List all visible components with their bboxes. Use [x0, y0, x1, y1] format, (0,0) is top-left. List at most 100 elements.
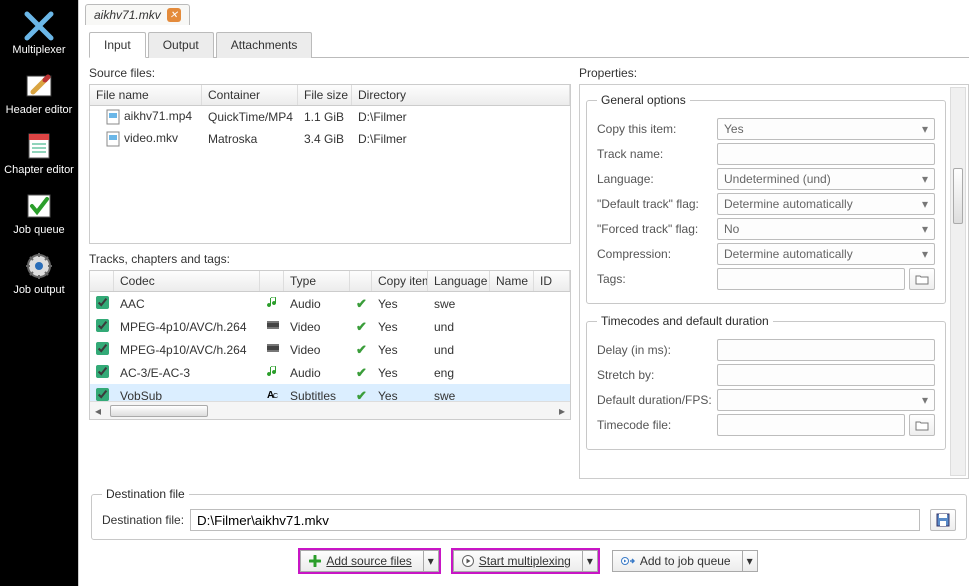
chevron-down-icon[interactable]: ▾: [582, 551, 597, 571]
col-id[interactable]: ID: [534, 271, 570, 291]
track-row[interactable]: MPEG-4p10/AVC/h.264Video✔Yesund: [90, 338, 570, 361]
audio-icon: [260, 362, 284, 383]
vertical-scrollbar[interactable]: [950, 87, 966, 476]
track-checkbox[interactable]: [96, 342, 109, 355]
chevron-down-icon[interactable]: ▾: [742, 551, 757, 571]
col-directory[interactable]: Directory: [352, 85, 570, 105]
properties-panel: General options Copy this item:Yes Track…: [579, 84, 969, 479]
default-flag-select[interactable]: Determine automatically: [717, 193, 935, 215]
language-select[interactable]: Undetermined (und): [717, 168, 935, 190]
properties-label: Properties:: [579, 66, 969, 80]
tool-sidebar: Multiplexer Header editor Chapter editor…: [0, 0, 78, 586]
track-row[interactable]: AC-3/E-AC-3Audio✔Yeseng: [90, 361, 570, 384]
tab-input[interactable]: Input: [89, 32, 146, 58]
save-icon: [936, 513, 950, 527]
destination-input[interactable]: [190, 509, 920, 531]
play-icon: [462, 555, 474, 567]
stretch-input[interactable]: [717, 364, 935, 386]
track-row[interactable]: MPEG-4p10/AVC/h.264Video✔Yesund: [90, 315, 570, 338]
col-filename[interactable]: File name: [90, 85, 202, 105]
browse-timecode-button[interactable]: [909, 414, 935, 436]
col-type[interactable]: Type: [284, 271, 350, 291]
chapter-editor-icon: [23, 130, 55, 162]
sidebar-item-chapter-editor[interactable]: Chapter editor: [0, 124, 78, 184]
track-checkbox[interactable]: [96, 296, 109, 309]
job-queue-icon: [23, 190, 55, 222]
tab-attachments[interactable]: Attachments: [216, 32, 313, 58]
col-name[interactable]: Name: [490, 271, 534, 291]
sidebar-label: Chapter editor: [4, 164, 74, 176]
check-icon: ✔: [350, 340, 372, 360]
destination-label: Destination file:: [102, 513, 184, 527]
col-codec[interactable]: Codec: [114, 271, 260, 291]
plus-icon: [309, 555, 321, 567]
sidebar-label: Job output: [13, 284, 64, 296]
sidebar-item-job-queue[interactable]: Job queue: [0, 184, 78, 244]
general-options-group: General options Copy this item:Yes Track…: [586, 93, 946, 304]
track-checkbox[interactable]: [96, 319, 109, 332]
sidebar-item-job-output[interactable]: Job output: [0, 244, 78, 304]
action-button-bar: Add source files ▾ Start multiplexing ▾ …: [89, 546, 969, 580]
start-multiplexing-button[interactable]: Start multiplexing ▾: [453, 550, 598, 572]
horizontal-scrollbar[interactable]: ◂▸: [90, 401, 570, 419]
compression-select[interactable]: Determine automatically: [717, 243, 935, 265]
sidebar-label: Header editor: [6, 104, 73, 116]
forced-flag-select[interactable]: No: [717, 218, 935, 240]
sidebar-item-multiplexer[interactable]: Multiplexer: [0, 4, 78, 64]
browse-destination-button[interactable]: [930, 509, 956, 531]
add-source-files-button[interactable]: Add source files ▾: [300, 550, 438, 572]
tags-input[interactable]: [717, 268, 905, 290]
col-copy[interactable]: Copy item: [372, 271, 428, 291]
delay-input[interactable]: [717, 339, 935, 361]
check-icon: ✔: [350, 294, 372, 314]
timecode-file-input[interactable]: [717, 414, 905, 436]
add-to-job-queue-button[interactable]: Add to job queue ▾: [612, 550, 758, 572]
tab-output[interactable]: Output: [148, 32, 214, 58]
col-language[interactable]: Language: [428, 271, 490, 291]
copy-item-select[interactable]: Yes: [717, 118, 935, 140]
browse-tags-button[interactable]: [909, 268, 935, 290]
subtitle-icon: AC: [260, 385, 284, 401]
folder-icon: [915, 419, 929, 431]
job-output-icon: [23, 250, 55, 282]
video-icon: [260, 316, 284, 337]
file-icon: [106, 131, 120, 147]
check-icon: ✔: [350, 317, 372, 337]
source-files-label: Source files:: [89, 66, 571, 80]
document-tabs: aikhv71.mkv ✕: [79, 0, 979, 25]
sidebar-item-header-editor[interactable]: Header editor: [0, 64, 78, 124]
header-editor-icon: [23, 70, 55, 102]
source-files-table[interactable]: File name Container File size Directory …: [89, 84, 571, 244]
source-file-row[interactable]: aikhv71.mp4 QuickTime/MP4 1.1 GiB D:\Fil…: [90, 106, 570, 128]
source-file-row[interactable]: video.mkv Matroska 3.4 GiB D:\Filmer: [90, 128, 570, 150]
document-tab-title: aikhv71.mkv: [94, 8, 161, 22]
tracks-table[interactable]: Codec Type Copy item Language Name ID AA…: [89, 270, 571, 420]
file-icon: [106, 109, 120, 125]
svg-text:C: C: [273, 393, 278, 400]
document-tab[interactable]: aikhv71.mkv ✕: [85, 4, 190, 25]
queue-icon: [621, 555, 635, 567]
destination-group: Destination file Destination file:: [91, 487, 967, 540]
col-filesize[interactable]: File size: [298, 85, 352, 105]
close-icon[interactable]: ✕: [167, 8, 181, 22]
multiplexer-icon: [23, 10, 55, 42]
tracks-label: Tracks, chapters and tags:: [89, 252, 571, 266]
video-icon: [260, 339, 284, 360]
check-icon: ✔: [350, 386, 372, 402]
col-container[interactable]: Container: [202, 85, 298, 105]
chevron-down-icon[interactable]: ▾: [423, 551, 438, 571]
track-row[interactable]: AACAudio✔Yesswe: [90, 292, 570, 315]
timecodes-group: Timecodes and default duration Delay (in…: [586, 314, 946, 450]
check-icon: ✔: [350, 363, 372, 383]
sidebar-label: Multiplexer: [12, 44, 65, 56]
audio-icon: [260, 293, 284, 314]
general-options-legend: General options: [597, 93, 690, 107]
page-tabs: Input Output Attachments: [89, 31, 969, 58]
track-checkbox[interactable]: [96, 365, 109, 378]
main-area: aikhv71.mkv ✕ Input Output Attachments S…: [78, 0, 979, 586]
track-name-input[interactable]: [717, 143, 935, 165]
track-checkbox[interactable]: [96, 388, 109, 401]
track-row[interactable]: VobSubACSubtitles✔Yesswe: [90, 384, 570, 401]
fps-select[interactable]: [717, 389, 935, 411]
destination-legend: Destination file: [102, 487, 189, 501]
